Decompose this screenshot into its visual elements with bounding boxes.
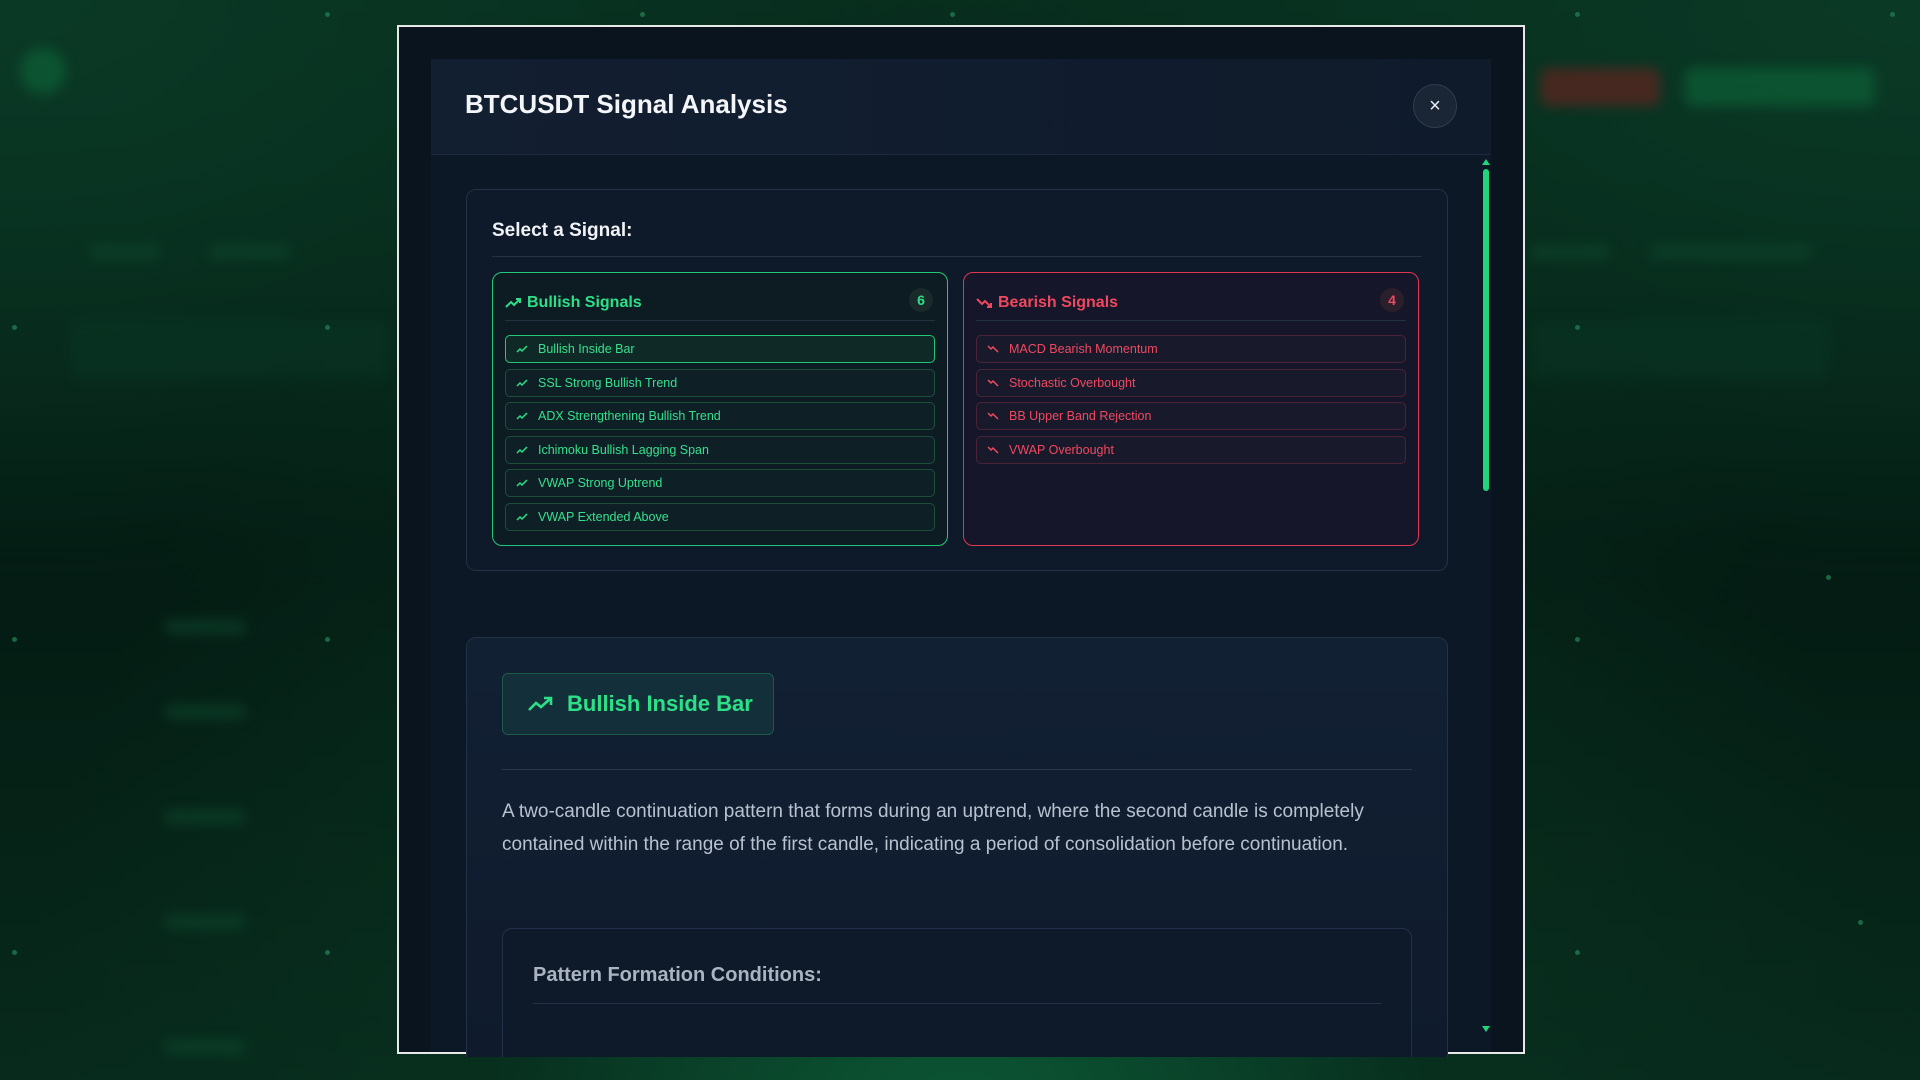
bearish-panel-label: Bearish Signals xyxy=(998,293,1119,311)
signal-item-label: Ichimoku Bullish Lagging Span xyxy=(538,442,709,457)
bullish-panel-header: Bullish Signals 6 xyxy=(505,285,935,321)
trending-up-icon xyxy=(505,295,521,311)
bg-dot xyxy=(1575,950,1580,955)
signal-item-label: Stochastic Overbought xyxy=(1009,375,1136,390)
signal-item-label: SSL Strong Bullish Trend xyxy=(538,375,678,390)
bullish-count-badge: 6 xyxy=(909,288,933,312)
bearish-signals-panel: Bearish Signals 4 MACD Bearish Momentum … xyxy=(963,272,1419,546)
bg-row xyxy=(165,810,245,824)
bg-dot xyxy=(325,12,330,17)
bg-row xyxy=(165,620,245,634)
trending-up-icon xyxy=(516,345,530,353)
trending-up-icon xyxy=(516,445,530,454)
bg-row xyxy=(1650,245,1810,259)
signal-selector-card: Select a Signal: Bullish Signals 6 Bulli… xyxy=(466,189,1448,571)
signal-item-vwap-extended-above[interactable]: VWAP Extended Above xyxy=(505,502,935,531)
signal-item-label: VWAP Strong Uptrend xyxy=(538,476,663,490)
bg-row xyxy=(165,705,245,719)
scrollbar-thumb[interactable] xyxy=(1483,169,1489,491)
divider xyxy=(533,1003,1381,1004)
bullish-signals-panel: Bullish Signals 6 Bullish Inside Bar SSL… xyxy=(492,272,948,546)
bg-row xyxy=(1530,245,1610,259)
pattern-conditions-title: Pattern Formation Conditions: xyxy=(533,964,822,986)
modal-overlay-frame: BTCUSDT Signal Analysis × Select a Signa… xyxy=(397,25,1525,1057)
signal-item-adx-strengthening-bullish-trend[interactable]: ADX Strengthening Bullish Trend xyxy=(505,402,935,430)
bg-dot xyxy=(1575,637,1580,642)
signal-detail-card: Bullish Inside Bar A two-candle continua… xyxy=(466,637,1448,1057)
trending-up-icon xyxy=(516,378,530,387)
signal-item-label: VWAP Overbought xyxy=(1009,442,1114,457)
trending-down-icon xyxy=(987,412,1001,420)
signal-item-label: ADX Strengthening Bullish Trend xyxy=(538,409,721,423)
signal-item-macd-bearish-momentum[interactable]: MACD Bearish Momentum xyxy=(976,335,1406,363)
bearish-count-badge: 4 xyxy=(1380,288,1404,312)
signal-item-vwap-overbought[interactable]: VWAP Overbought xyxy=(976,435,1406,464)
modal-title: BTCUSDT Signal Analysis xyxy=(465,89,788,119)
scrollbar[interactable] xyxy=(1481,159,1491,1032)
trending-down-icon xyxy=(976,295,992,311)
signal-detail-header: Bullish Inside Bar xyxy=(502,673,774,735)
signal-description: A two-candle continuation pattern that f… xyxy=(502,801,1364,855)
signal-item-bb-upper-band-rejection[interactable]: BB Upper Band Rejection xyxy=(976,402,1406,430)
bg-logo xyxy=(20,48,66,94)
trending-up-icon xyxy=(516,412,530,420)
signal-item-label: VWAP Extended Above xyxy=(538,509,669,524)
pattern-conditions-card: Pattern Formation Conditions: xyxy=(502,928,1412,1057)
signal-item-stochastic-overbought[interactable]: Stochastic Overbought xyxy=(976,368,1406,397)
divider xyxy=(492,256,1422,257)
trending-down-icon xyxy=(987,445,1001,454)
bg-row xyxy=(90,245,160,259)
bg-button-red xyxy=(1540,68,1660,106)
close-button[interactable]: × xyxy=(1413,84,1457,128)
bg-dot xyxy=(325,637,330,642)
signal-detail-name: Bullish Inside Bar xyxy=(567,691,753,716)
scroll-down-arrow[interactable] xyxy=(1482,1026,1490,1032)
signal-item-label: MACD Bearish Momentum xyxy=(1009,342,1158,356)
signal-item-ichimoku-bullish-lagging-span[interactable]: Ichimoku Bullish Lagging Span xyxy=(505,435,935,464)
trending-up-icon xyxy=(516,479,530,487)
bg-dot xyxy=(950,12,955,17)
signal-selector-title: Select a Signal: xyxy=(492,220,633,241)
bearish-panel-header: Bearish Signals 4 xyxy=(976,285,1406,321)
bg-row xyxy=(165,1040,245,1054)
bg-dot xyxy=(325,325,330,330)
bg-dot xyxy=(1826,575,1831,580)
bg-dot xyxy=(12,637,17,642)
signal-item-bullish-inside-bar[interactable]: Bullish Inside Bar xyxy=(505,335,935,363)
trending-down-icon xyxy=(987,378,1001,387)
bg-dot xyxy=(1575,12,1580,17)
bullish-signal-list: Bullish Inside Bar SSL Strong Bullish Tr… xyxy=(505,335,935,536)
signal-item-ssl-strong-bullish-trend[interactable]: SSL Strong Bullish Trend xyxy=(505,368,935,397)
bg-button-green xyxy=(1685,68,1875,106)
signal-analysis-modal: BTCUSDT Signal Analysis × Select a Signa… xyxy=(431,59,1491,1057)
divider xyxy=(502,769,1412,770)
bullish-panel-label: Bullish Signals xyxy=(527,293,642,311)
bg-dot xyxy=(1575,325,1580,330)
modal-header: BTCUSDT Signal Analysis × xyxy=(431,59,1491,155)
bg-panel xyxy=(70,320,390,380)
trending-up-icon xyxy=(527,694,555,714)
bg-dot xyxy=(1858,920,1863,925)
bg-dot xyxy=(1890,12,1895,17)
scroll-up-arrow[interactable] xyxy=(1482,159,1490,165)
bg-dot xyxy=(640,12,645,17)
bg-dot xyxy=(12,950,17,955)
signal-item-vwap-strong-uptrend[interactable]: VWAP Strong Uptrend xyxy=(505,469,935,497)
bg-row xyxy=(210,245,290,259)
bg-row xyxy=(165,915,245,929)
trending-up-icon xyxy=(516,512,530,521)
bearish-signal-list: MACD Bearish Momentum Stochastic Overbou… xyxy=(976,335,1406,469)
bg-dot xyxy=(325,950,330,955)
signal-item-label: Bullish Inside Bar xyxy=(538,342,635,356)
signal-item-label: BB Upper Band Rejection xyxy=(1009,409,1152,423)
close-icon: × xyxy=(1429,94,1441,117)
bg-dot xyxy=(12,325,17,330)
trending-down-icon xyxy=(987,345,1001,353)
